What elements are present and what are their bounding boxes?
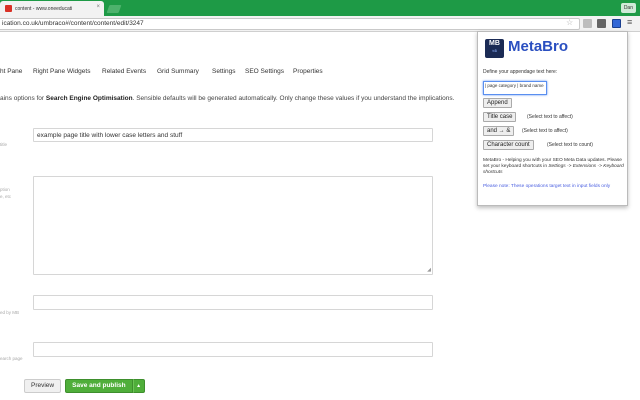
extension-icon[interactable] [583, 19, 592, 28]
new-tab-button[interactable] [106, 5, 122, 13]
metabro-popup: MB ≈3 MetaBro Define your appendage text… [477, 31, 628, 206]
field-label-description: ption [0, 187, 10, 192]
meta-description-textarea[interactable]: ◢ [33, 176, 433, 275]
preview-button[interactable]: Preview [24, 379, 62, 393]
field-label-search: earch page [0, 356, 23, 361]
tab-properties[interactable]: Properties [293, 68, 323, 75]
bookmark-star-icon[interactable]: ☆ [566, 18, 573, 27]
seo-field-4-input[interactable] [33, 342, 433, 357]
browser-toolbar: ication.co.uk/umbraco#/content/content/e… [0, 16, 640, 32]
tab-title: content - www.oneeducati [15, 5, 73, 12]
title-case-note: (Select text to affect) [527, 114, 573, 120]
append-button[interactable]: Append [483, 98, 512, 108]
save-and-publish-button[interactable]: Save and publish [65, 379, 133, 393]
address-bar[interactable]: ication.co.uk/umbraco#/content/content/e… [0, 18, 580, 30]
browser-tab-strip: content - www.oneeducati × Dan [0, 0, 640, 16]
user-profile-button[interactable]: Dan [620, 3, 636, 13]
appendage-label: Define your appendage text here: [483, 69, 558, 75]
popup-warning-text: Please note: These operations target tex… [483, 184, 611, 189]
seo-field-3-input[interactable] [33, 295, 433, 310]
mail-extension-icon[interactable] [597, 19, 606, 28]
character-count-button[interactable]: Character count [483, 140, 534, 150]
meta-title-input[interactable]: example page title with lower case lette… [33, 128, 433, 142]
tab-right-pane[interactable]: ht Pane [0, 68, 22, 75]
appendage-text-input[interactable]: | page category | brand name [483, 81, 547, 95]
and-to-ampersand-button[interactable]: and → & [483, 126, 515, 136]
field-label-title: title [0, 142, 8, 147]
field-label-generated: ed by MB [0, 310, 20, 315]
and-note: (Select text to affect) [522, 128, 568, 134]
save-options-caret-icon[interactable]: ▲ [132, 379, 145, 393]
favicon-icon [5, 5, 12, 12]
action-bar: Preview Save and publish ▲ [24, 379, 145, 393]
tab-related-events[interactable]: Related Events [102, 68, 146, 75]
resize-handle-icon[interactable]: ◢ [427, 267, 431, 273]
tab-seo-settings[interactable]: SEO Settings [245, 68, 284, 75]
tab-grid-summary[interactable]: Grid Summary [157, 68, 199, 75]
popup-title: MetaBro [508, 38, 569, 55]
popup-info-text: MetaBro - Helping you with your SEO Meta… [483, 158, 624, 175]
metabro-extension-icon[interactable] [612, 19, 621, 28]
field-label-extra: e, etc [0, 194, 12, 199]
tab-settings[interactable]: Settings [212, 68, 236, 75]
browser-menu-icon[interactable]: ≡ [627, 17, 632, 27]
browser-tab[interactable]: content - www.oneeducati × [0, 1, 104, 16]
character-count-note: (Select text to count) [547, 142, 593, 148]
title-case-button[interactable]: Title case [483, 112, 517, 122]
metabro-logo: MB ≈3 [485, 39, 504, 58]
seo-description-text: ains options for Search Engine Optimisat… [0, 95, 455, 102]
tab-close-icon[interactable]: × [96, 4, 100, 10]
tab-right-pane-widgets[interactable]: Right Pane Widgets [33, 68, 90, 75]
